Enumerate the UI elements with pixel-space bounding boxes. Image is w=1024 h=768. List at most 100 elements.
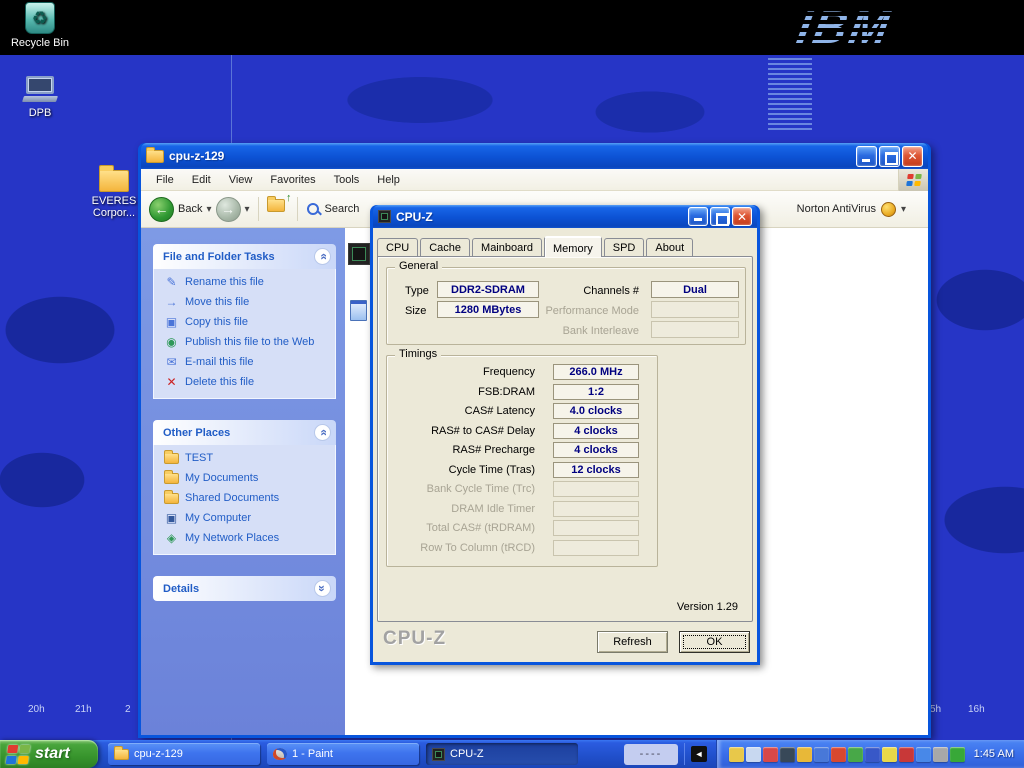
task-button-cpu-z[interactable]: CPU-Z — [426, 743, 578, 765]
start-button[interactable]: start — [0, 740, 98, 768]
ibm-logo-stripes — [790, 0, 970, 54]
timing-value: 4.0 clocks — [553, 403, 639, 419]
chevron-down-icon[interactable]: » — [314, 580, 331, 597]
taskbar-clock[interactable]: 1:45 AM — [974, 748, 1014, 760]
panel-body: TEST My Documents Shared Documents ▣My Comp… — [153, 445, 336, 555]
type-label: Type — [405, 283, 429, 299]
forward-icon[interactable]: → — [216, 197, 241, 222]
version-text: Version 1.29 — [677, 601, 738, 613]
sidebar-item-shared-documents[interactable]: Shared Documents — [164, 492, 333, 505]
network-icon[interactable] — [814, 747, 829, 762]
minimize-button[interactable] — [856, 146, 877, 167]
timing-label: RAS# to CAS# Delay — [389, 423, 535, 439]
audio-mixer-icon[interactable] — [933, 747, 948, 762]
sidebar-item-my-network-places[interactable]: ◈My Network Places — [164, 532, 333, 545]
power-icon[interactable] — [882, 747, 897, 762]
sidebar-item-label: My Documents — [185, 472, 258, 485]
menu-item-tools[interactable]: Tools — [325, 171, 369, 189]
task-scheduler-icon[interactable] — [763, 747, 778, 762]
chevron-up-icon[interactable]: » — [314, 424, 331, 441]
tab-mainboard[interactable]: Mainboard — [472, 238, 542, 256]
ibm-logo: IBM — [790, 0, 970, 54]
back-dropdown-icon[interactable] — [206, 203, 211, 215]
timezone-label: 20h — [28, 704, 45, 715]
timezone-label: 5h — [930, 704, 941, 715]
norton-antivirus-band[interactable]: Norton AntiVirus — [797, 202, 920, 217]
messenger-icon[interactable] — [848, 747, 863, 762]
sidebar-item-move-this-file[interactable]: →Move this file — [164, 296, 333, 309]
lan-icon[interactable] — [916, 747, 931, 762]
menu-item-help[interactable]: Help — [368, 171, 409, 189]
tab-about[interactable]: About — [646, 238, 693, 256]
timing-row-fsb-dram: FSB:DRAM1:2 — [387, 384, 657, 400]
file-icon[interactable] — [350, 300, 367, 321]
maximize-button[interactable] — [710, 207, 730, 226]
channels-value: Dual — [651, 281, 739, 298]
cpuz-watermark: CPU-Z — [383, 628, 446, 650]
sidebar-item-e-mail-this-file[interactable]: ✉E-mail this file — [164, 356, 333, 369]
desktop-icon-dpb[interactable]: DPB — [8, 76, 72, 119]
sidebar-item-my-computer[interactable]: ▣My Computer — [164, 512, 333, 525]
sidebar-item-label: Rename this file — [185, 276, 264, 289]
wallpaper-hatch — [768, 58, 812, 132]
display-settings-icon[interactable] — [729, 747, 744, 762]
timing-value — [553, 481, 639, 497]
sidebar-item-label: Shared Documents — [185, 492, 279, 505]
connection-icon[interactable] — [865, 747, 880, 762]
forward-dropdown-icon[interactable] — [245, 203, 250, 215]
back-icon[interactable]: ← — [149, 197, 174, 222]
back-label[interactable]: Back — [178, 203, 202, 215]
ok-button[interactable]: OK — [679, 631, 750, 653]
close-button[interactable] — [902, 146, 923, 167]
task-button-1-paint[interactable]: 1 - Paint — [267, 743, 419, 765]
timing-value — [553, 540, 639, 556]
antivirus-icon[interactable] — [797, 747, 812, 762]
sidebar-panel-other-places: Other Places» TEST My Documents Shared Docu… — [153, 420, 336, 555]
menu-item-file[interactable]: File — [147, 171, 183, 189]
refresh-button[interactable]: Refresh — [597, 631, 668, 653]
search-icon[interactable] — [306, 202, 321, 217]
taskbar-deskband[interactable]: ---- — [624, 744, 678, 765]
sidebar-item-delete-this-file[interactable]: ✕Delete this file — [164, 376, 333, 389]
search-label[interactable]: Search — [325, 203, 360, 215]
tab-spd[interactable]: SPD — [604, 238, 645, 256]
cpuz-file-icon[interactable] — [348, 243, 370, 265]
sidebar-item-publish-this-file-to-the-web[interactable]: ◉Publish this file to the Web — [164, 336, 333, 349]
panel-header-other-places[interactable]: Other Places» — [153, 420, 336, 445]
alert-icon[interactable] — [831, 747, 846, 762]
sidebar-item-test[interactable]: TEST — [164, 452, 333, 465]
timing-label: Frequency — [389, 364, 535, 380]
sidebar-item-copy-this-file[interactable]: ▣Copy this file — [164, 316, 333, 329]
sidebar-item-rename-this-file[interactable]: ✎Rename this file — [164, 276, 333, 289]
timing-value: 266.0 MHz — [553, 364, 639, 380]
windows-update-icon[interactable] — [950, 747, 965, 762]
task-button-cpu-z-129[interactable]: cpu-z-129 — [108, 743, 260, 765]
menu-bar: FileEditViewFavoritesToolsHelp — [141, 169, 928, 191]
hidden-icons-button[interactable]: ◄ — [691, 746, 707, 762]
explorer-titlebar[interactable]: cpu-z-129 — [141, 143, 928, 169]
close-button[interactable] — [732, 207, 752, 226]
maximize-button[interactable] — [879, 146, 900, 167]
panel-header-details[interactable]: Details» — [153, 576, 336, 601]
timing-row-dram-idle-timer: DRAM Idle Timer — [387, 501, 657, 517]
security-center-icon[interactable] — [780, 747, 795, 762]
minimize-button[interactable] — [688, 207, 708, 226]
menu-item-view[interactable]: View — [220, 171, 262, 189]
desktop-icon-recycle-bin[interactable]: ♻ Recycle Bin — [8, 2, 72, 49]
volume-icon[interactable] — [746, 747, 761, 762]
panel-header-file-and-folder-tasks[interactable]: File and Folder Tasks» — [153, 244, 336, 269]
up-folder-button[interactable]: ↑ — [267, 199, 289, 219]
desktop-icon-everes[interactable]: EVERES Corpor... — [82, 170, 146, 219]
tab-cache[interactable]: Cache — [420, 238, 470, 256]
menu-item-favorites[interactable]: Favorites — [261, 171, 324, 189]
norton-dropdown-icon[interactable] — [901, 203, 906, 215]
menu-item-edit[interactable]: Edit — [183, 171, 220, 189]
timing-label: DRAM Idle Timer — [389, 501, 535, 517]
firewall-icon[interactable] — [899, 747, 914, 762]
sidebar-item-my-documents[interactable]: My Documents — [164, 472, 333, 485]
cpuz-titlebar[interactable]: CPU-Z — [373, 205, 757, 228]
tab-memory[interactable]: Memory — [544, 236, 602, 257]
sidebar-panel-file-and-folder-tasks: File and Folder Tasks» ✎Rename this file →… — [153, 244, 336, 399]
tab-cpu[interactable]: CPU — [377, 238, 418, 256]
chevron-up-icon[interactable]: » — [314, 248, 331, 265]
